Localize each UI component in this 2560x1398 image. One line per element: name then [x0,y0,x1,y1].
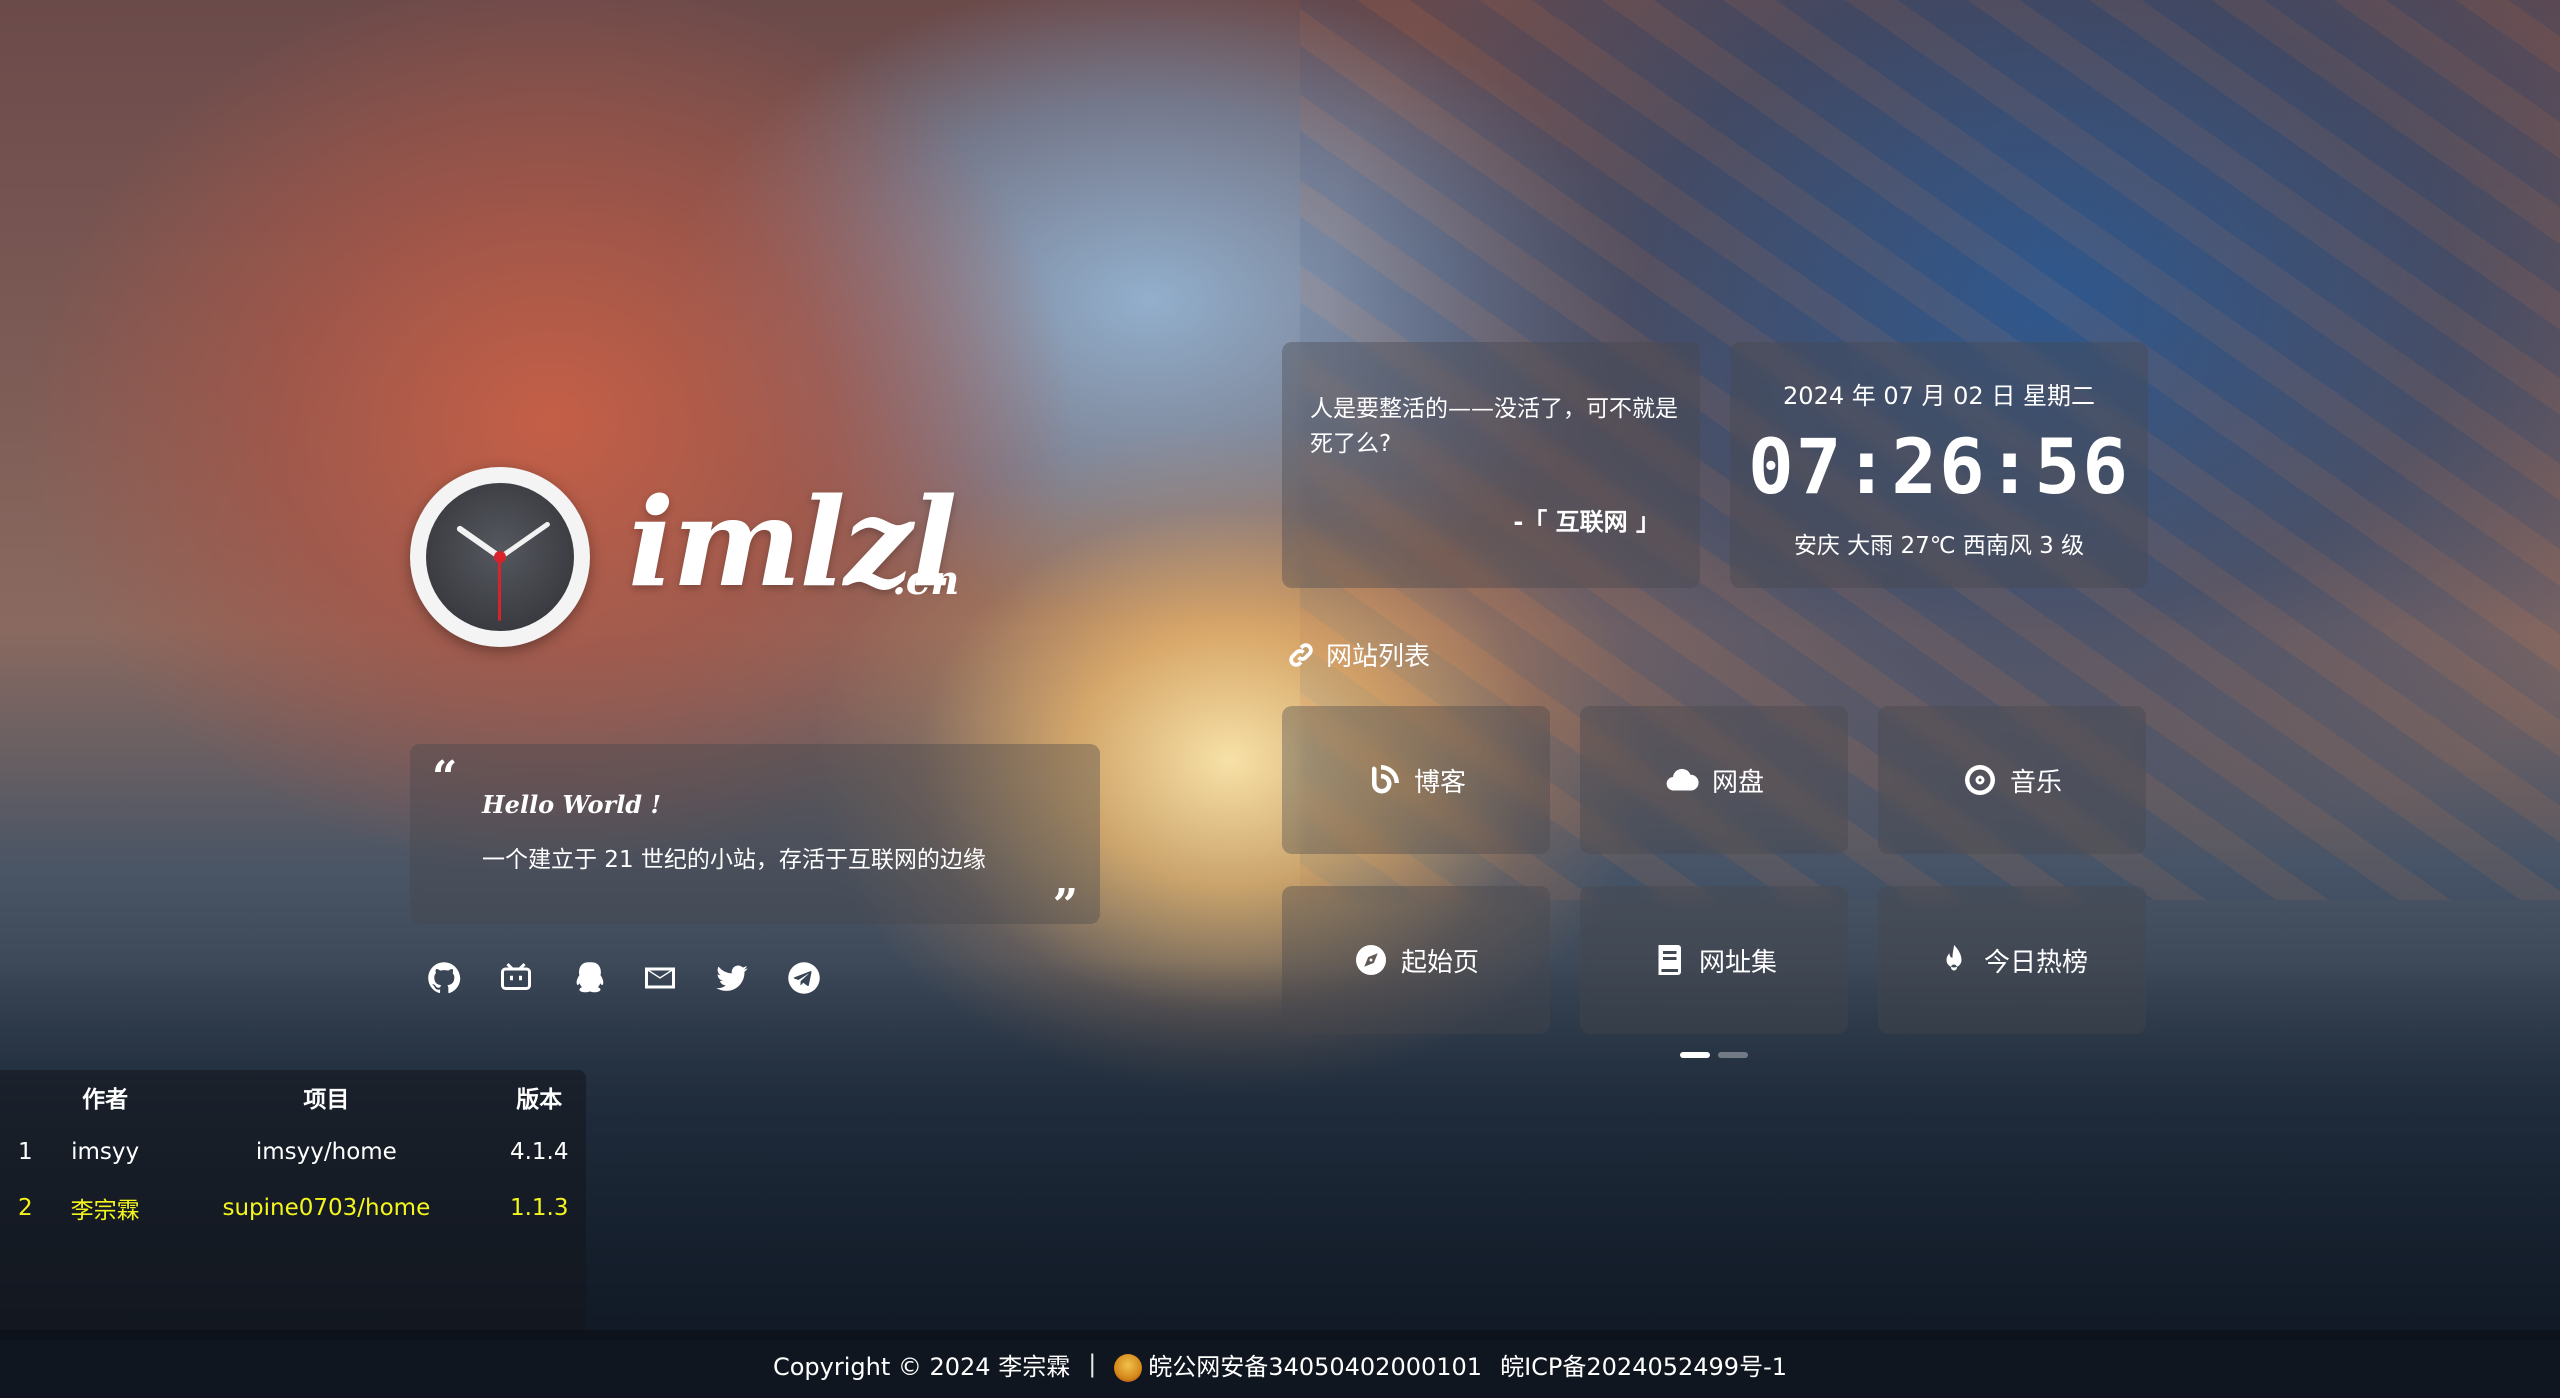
version-table: 作者 项目 版本 1 imsyy imsyy/home 4.1.4 2 李宗霖 … [0,1070,586,1332]
police-record-text: 皖公网安备34050402000101 [1148,1352,1483,1381]
twitter-icon[interactable] [712,958,752,998]
social-links [424,958,824,998]
clock-logo-icon [410,467,590,647]
logo-suffix: .cn [892,557,960,604]
police-record-link[interactable]: 皖公网安备34050402000101 [1114,1347,1482,1382]
compass-icon [1355,945,1386,975]
table-header-row: 作者 项目 版本 [0,1070,586,1124]
hitokoto-source: -「 互联网 」 [1513,508,1660,536]
hello-title: Hello World ! [482,790,661,819]
page-dot[interactable] [1718,1052,1748,1058]
table-header-version: 版本 [516,1087,563,1113]
site-cloud-label: 网盘 [1711,767,1764,798]
footer-separator: | [1088,1350,1097,1378]
minute-hand [498,520,551,560]
site-blog-label: 博客 [1413,767,1466,798]
table-row: 1 imsyy imsyy/home 4.1.4 [0,1124,586,1180]
row-project[interactable]: supine0703/home [160,1180,492,1236]
fire-icon [1946,945,1962,971]
site-start-page-label: 起始页 [1400,947,1479,978]
second-hand [498,557,501,621]
github-icon[interactable] [424,958,464,998]
link-icon [1289,642,1313,667]
site-list-heading: 网站列表 [1286,636,1430,673]
page-dot-active[interactable] [1680,1052,1710,1058]
site-trending-label: 今日热榜 [1983,947,2088,978]
hitokoto-text: 人是要整活的——没活了，可不就是死了么? [1310,396,1678,457]
telegram-icon[interactable] [784,958,824,998]
footer: Copyright © 2024 李宗霖 | 皖公网安备340504020001… [0,1330,2560,1398]
current-date: 2024 年 07 月 02 日 星期二 [1783,382,2095,410]
weather-info: 安庆 大雨 27℃ 西南风 3 级 [1793,533,2085,559]
site-start-page-button[interactable]: 起始页 [1282,886,1550,1034]
close-quote-icon: ” [1052,880,1078,931]
open-quote-icon: “ [432,752,458,803]
hello-description: 一个建立于 21 世纪的小站，存活于互联网的边缘 [482,847,986,873]
qq-icon[interactable] [568,958,608,998]
row-project[interactable]: imsyy/home [160,1124,492,1180]
blog-icon [1371,765,1399,794]
mail-icon[interactable] [640,958,680,998]
row-author: 李宗霖 [70,1198,140,1224]
row-version: 1.1.3 [509,1195,569,1221]
police-badge-icon [1114,1353,1143,1382]
site-trending-button[interactable]: 今日热榜 [1878,886,2146,1034]
row-index: 1 [18,1139,33,1165]
site-list-title: 网站列表 [1326,642,1431,672]
row-index: 2 [18,1195,33,1221]
site-page-indicator [1680,1052,1748,1058]
table-header-index [0,1070,50,1124]
cloud-icon [1666,768,1699,791]
table-header-project: 项目 [303,1087,350,1113]
bilibili-icon[interactable] [496,958,536,998]
site-bookmarks-label: 网址集 [1698,947,1777,978]
clock-pin [494,551,506,563]
site-logo[interactable]: imlzl .cn [410,462,959,652]
time-weather-card: 2024 年 07 月 02 日 星期二 07:26:56 安庆 大雨 27℃ … [1730,342,2148,588]
clock-face [426,483,574,631]
current-time: 07:26:56 [1747,422,2131,511]
row-author: imsyy [71,1139,140,1165]
copyright-text: Copyright © 2024 李宗霖 [772,1352,1071,1381]
site-cloud-button[interactable]: 网盘 [1580,706,1848,854]
site-bookmarks-button[interactable]: 网址集 [1580,886,1848,1034]
site-music-button[interactable]: 音乐 [1878,706,2146,854]
icp-record-link[interactable]: 皖ICP备2024052499号-1 [1500,1347,1787,1382]
table-row: 2 李宗霖 supine0703/home 1.1.3 [0,1180,586,1236]
site-music-label: 音乐 [2009,767,2062,798]
hitokoto-card[interactable]: 人是要整活的——没活了，可不就是死了么? -「 互联网 」 [1282,342,1700,588]
book-icon [1658,945,1681,975]
row-version: 4.1.4 [509,1139,569,1165]
hello-card[interactable]: “ Hello World ! 一个建立于 21 世纪的小站，存活于互联网的边缘… [410,744,1100,928]
site-blog-button[interactable]: 博客 [1282,706,1550,854]
music-icon [1964,765,1995,795]
table-header-author: 作者 [82,1087,129,1113]
